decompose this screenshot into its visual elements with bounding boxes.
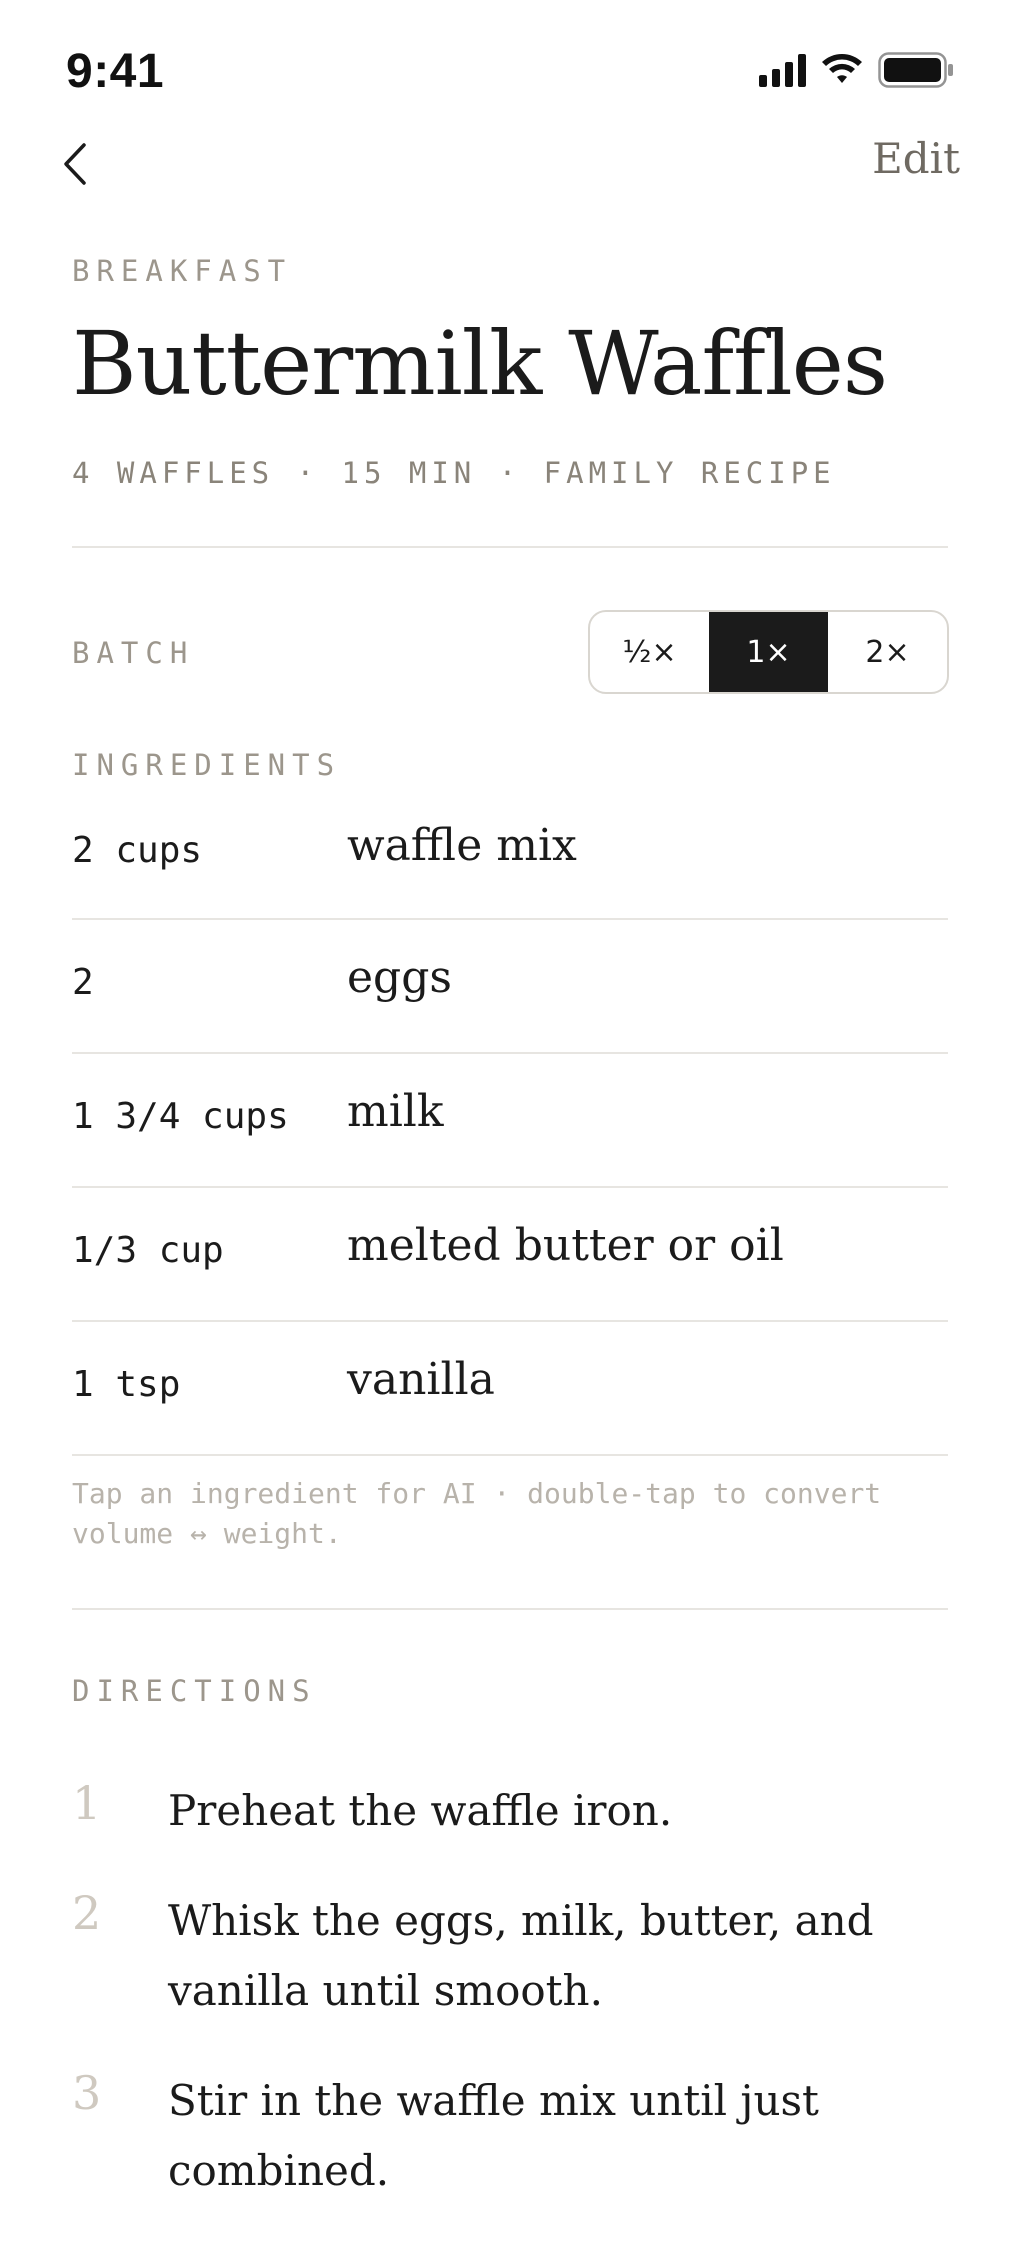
ingredient-quantity: 2 bbox=[72, 962, 94, 1003]
divider bbox=[72, 1608, 948, 1610]
ingredient-row[interactable]: 1/3 cup melted butter or oil bbox=[72, 1188, 948, 1322]
ingredient-quantity: 1 tsp bbox=[72, 1364, 181, 1405]
ingredient-name: milk bbox=[347, 1086, 444, 1137]
wifi-icon bbox=[822, 54, 862, 83]
recipe-title: Buttermilk Waffles bbox=[72, 312, 888, 415]
ingredient-name: melted butter or oil bbox=[347, 1220, 784, 1271]
batch-2x-option[interactable]: 2× bbox=[828, 612, 947, 692]
batch-half-option[interactable]: ½× bbox=[590, 612, 709, 692]
step-number: 2 bbox=[72, 1886, 102, 1940]
direction-step: 1 Preheat the waffle iron. bbox=[72, 1776, 948, 1846]
ingredient-name: vanilla bbox=[347, 1354, 495, 1405]
ingredient-row[interactable]: 1 3/4 cups milk bbox=[72, 1054, 948, 1188]
battery-icon bbox=[878, 52, 953, 88]
ingredient-row[interactable]: 1 tsp vanilla bbox=[72, 1322, 948, 1456]
direction-step: 2 Whisk the eggs, milk, butter, and vani… bbox=[72, 1886, 948, 2026]
status-icons bbox=[759, 52, 954, 88]
ingredient-row[interactable]: 2 eggs bbox=[72, 920, 948, 1054]
ingredients-hint: Tap an ingredient for AI · double-tap to… bbox=[72, 1477, 882, 1550]
recipe-category: BREAKFAST bbox=[72, 254, 293, 288]
ingredient-quantity: 1/3 cup bbox=[72, 1230, 224, 1271]
ingredient-quantity: 1 3/4 cups bbox=[72, 1096, 289, 1137]
direction-step: 3 Stir in the waffle mix until just comb… bbox=[72, 2066, 948, 2206]
ingredient-name: eggs bbox=[347, 952, 452, 1003]
recipe-meta: 4 WAFFLES · 15 MIN · FAMILY RECIPE bbox=[72, 456, 836, 490]
status-bar: 9:41 bbox=[0, 0, 1020, 130]
ingredient-name: waffle mix bbox=[347, 820, 577, 871]
step-text: Stir in the waffle mix until just combin… bbox=[168, 2076, 819, 2195]
edit-button[interactable]: Edit bbox=[872, 134, 960, 183]
step-text: Whisk the eggs, milk, butter, and vanill… bbox=[168, 1896, 874, 2015]
ingredient-quantity: 2 cups bbox=[72, 830, 203, 871]
batch-1x-option[interactable]: 1× bbox=[709, 612, 828, 692]
chevron-left-icon bbox=[64, 143, 86, 185]
ingredients-label: INGREDIENTS bbox=[72, 748, 342, 782]
back-button[interactable] bbox=[60, 134, 110, 194]
ingredients-list: 2 cups waffle mix 2 eggs 1 3/4 cups milk… bbox=[72, 790, 948, 1456]
directions-list: 1 Preheat the waffle iron. 2 Whisk the e… bbox=[72, 1776, 948, 2246]
status-time: 9:41 bbox=[66, 45, 165, 98]
divider bbox=[72, 546, 948, 548]
step-number: 3 bbox=[72, 2066, 102, 2120]
signal-icon bbox=[759, 53, 806, 87]
ingredient-row[interactable]: 2 cups waffle mix bbox=[72, 790, 948, 920]
step-text: Preheat the waffle iron. bbox=[168, 1786, 673, 1835]
directions-label: DIRECTIONS bbox=[72, 1674, 317, 1708]
batch-selector[interactable]: ½× 1× 2× bbox=[588, 610, 949, 694]
step-number: 1 bbox=[72, 1776, 102, 1830]
